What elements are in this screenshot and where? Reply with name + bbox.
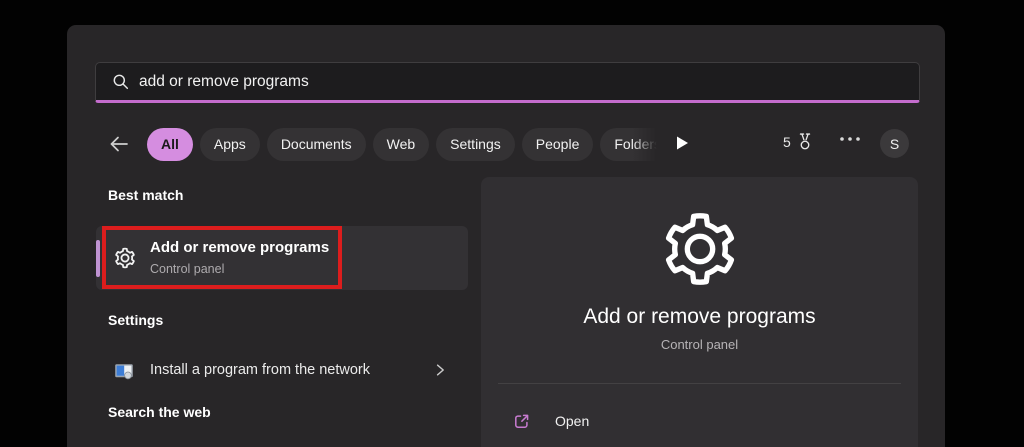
- tab-web[interactable]: Web: [373, 128, 430, 161]
- tab-people[interactable]: People: [522, 128, 594, 161]
- preview-card: Add or remove programs Control panel Ope…: [481, 177, 918, 447]
- selection-accent-bar: [96, 240, 100, 277]
- search-box[interactable]: [95, 62, 920, 103]
- rewards-points: 5: [783, 134, 791, 150]
- arrow-left-icon: [107, 132, 131, 156]
- tab-folders[interactable]: Folders: [600, 128, 660, 161]
- scroll-tabs-right-button[interactable]: [675, 135, 689, 151]
- user-avatar[interactable]: S: [880, 129, 909, 158]
- settings-header: Settings: [108, 312, 163, 328]
- search-flyout-panel: AllAppsDocumentsWebSettingsPeopleFolders…: [67, 25, 945, 447]
- search-the-web-header: Search the web: [108, 404, 211, 420]
- filter-row: AllAppsDocumentsWebSettingsPeopleFolders…: [67, 126, 945, 162]
- open-action[interactable]: Open: [498, 401, 901, 441]
- tab-all[interactable]: All: [147, 128, 193, 161]
- preview-title: Add or remove programs: [481, 305, 918, 329]
- search-icon: [112, 73, 129, 90]
- ellipsis-icon: [839, 136, 861, 142]
- gear-icon-large: [481, 210, 918, 288]
- play-right-icon: [675, 135, 689, 151]
- search-input[interactable]: [139, 73, 919, 91]
- external-link-icon: [512, 412, 531, 431]
- rewards-medal-icon: [795, 131, 815, 153]
- best-match-result[interactable]: Add or remove programs Control panel: [96, 226, 468, 290]
- back-button[interactable]: [106, 131, 132, 157]
- open-label: Open: [555, 413, 589, 429]
- divider: [498, 383, 901, 384]
- result-subtitle: Control panel: [150, 262, 329, 276]
- settings-result-install-program[interactable]: Install a program from the network: [96, 350, 468, 392]
- more-options-button[interactable]: [839, 136, 861, 142]
- install-program-label: Install a program from the network: [150, 362, 370, 378]
- tab-apps[interactable]: Apps: [200, 128, 260, 161]
- preview-subtitle: Control panel: [481, 337, 918, 352]
- best-match-header: Best match: [108, 187, 183, 203]
- rewards-button[interactable]: 5: [783, 131, 815, 153]
- tab-settings[interactable]: Settings: [436, 128, 515, 161]
- chevron-right-icon: [432, 362, 448, 378]
- install-program-icon: [114, 361, 134, 381]
- filter-tabs-strip: AllAppsDocumentsWebSettingsPeopleFolders: [147, 126, 660, 162]
- tab-documents[interactable]: Documents: [267, 128, 366, 161]
- result-title: Add or remove programs: [150, 239, 329, 256]
- gear-icon: [114, 247, 136, 269]
- avatar-initial: S: [890, 136, 899, 152]
